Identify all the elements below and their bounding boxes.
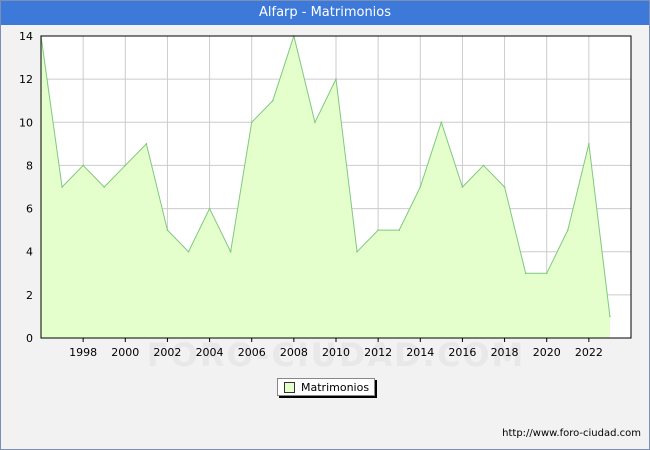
data-point [609, 315, 611, 318]
data-point [461, 186, 464, 188]
data-point [335, 78, 337, 80]
data-point [356, 250, 358, 253]
y-axis-ticks: 0 2 4 6 8 10 12 14 [19, 30, 33, 345]
data-point [482, 164, 485, 167]
data-point [82, 164, 84, 167]
data-point [103, 186, 106, 188]
x-tick-label: 2004 [196, 346, 224, 359]
x-tick-label: 2006 [238, 346, 266, 359]
data-point [124, 164, 127, 167]
y-tick-label: 4 [26, 246, 33, 259]
data-point [61, 186, 63, 188]
data-point [271, 99, 274, 102]
data-point [440, 121, 443, 124]
y-tick-label: 12 [19, 73, 33, 86]
x-tick-label: 2012 [364, 346, 392, 359]
source-credit: http://www.foro-ciudad.com [502, 428, 641, 439]
data-point [545, 272, 548, 275]
data-point [187, 250, 190, 253]
data-point [377, 229, 379, 231]
y-tick-label: 6 [26, 203, 33, 216]
data-point [566, 229, 569, 231]
x-tick-label: 2022 [575, 346, 603, 359]
data-point [398, 229, 401, 231]
legend-label: Matrimonios [301, 380, 370, 394]
x-tick-label: 1998 [69, 346, 97, 359]
x-tick-label: 2016 [448, 346, 476, 359]
data-point [250, 121, 253, 124]
legend-swatch [284, 381, 295, 393]
x-tick-label: 2008 [280, 346, 308, 359]
y-tick-label: 14 [19, 30, 33, 43]
y-tick-label: 10 [19, 116, 33, 129]
x-tick-label: 2000 [111, 346, 139, 359]
x-tick-label: 2014 [406, 346, 434, 359]
data-point [229, 250, 232, 253]
x-tick-label: 2002 [153, 346, 181, 359]
y-tick-label: 0 [26, 332, 33, 345]
data-point [208, 207, 211, 210]
data-point [588, 143, 590, 145]
y-tick-label: 2 [26, 289, 33, 302]
x-tick-label: 2020 [533, 346, 561, 359]
y-tick-label: 8 [26, 159, 33, 172]
x-tick-label: 2018 [491, 346, 519, 359]
data-point [166, 229, 169, 231]
data-point [524, 272, 527, 275]
data-point [503, 186, 506, 188]
data-point [145, 143, 148, 145]
data-point [314, 121, 316, 124]
x-tick-label: 2010 [322, 346, 350, 359]
data-point [419, 186, 422, 188]
legend: Matrimonios [277, 378, 375, 396]
chart-frame: Alfarp - Matrimonios FORO-CIUDAD.COM 024… [0, 0, 650, 450]
